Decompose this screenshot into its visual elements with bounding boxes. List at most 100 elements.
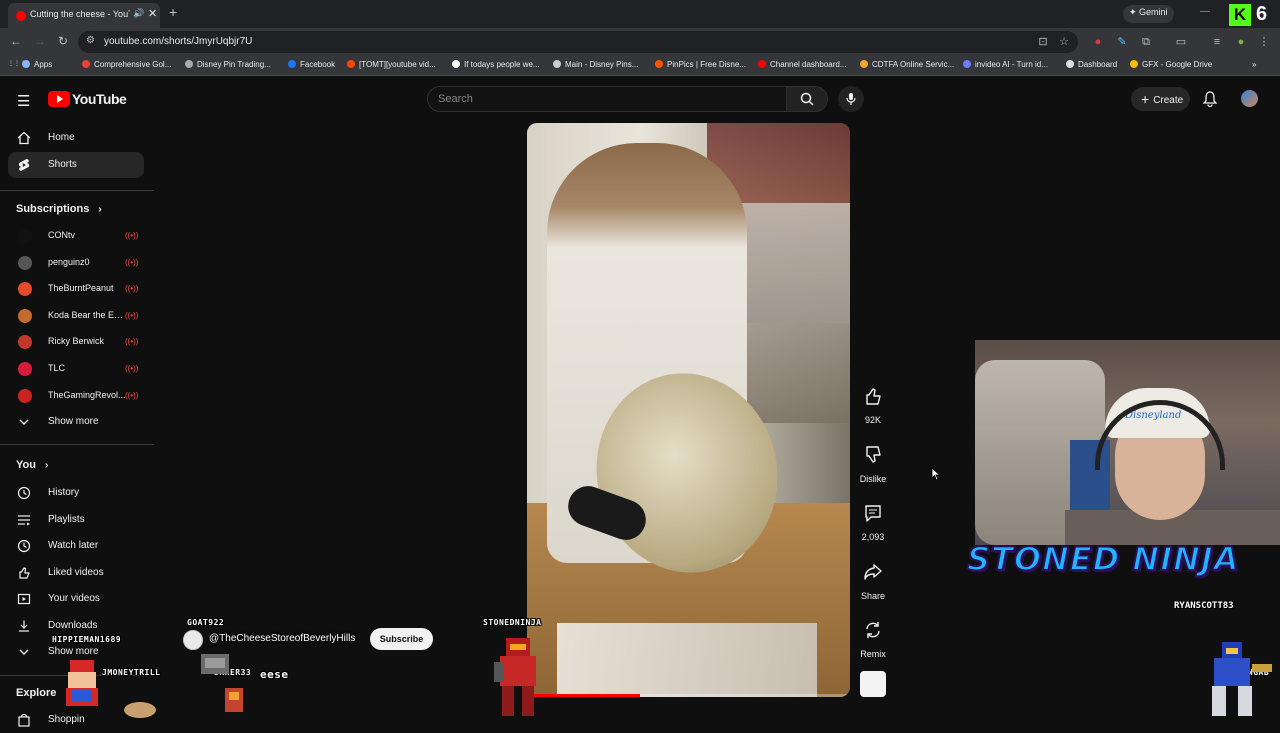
bookmark-star-icon[interactable]: ☆ [1058,36,1070,48]
browser-tab-bar: Cutting the cheese - YouTube 🔊 ✕ + ✦ Gem… [0,0,1280,28]
watch-later-icon [17,540,31,553]
subscription-item[interactable]: penguinz0 ((•)) [8,252,144,274]
like-button[interactable]: 92K [857,380,889,425]
bookmark-item[interactable]: Disney Pin Trading... [185,60,271,69]
sidebar-item-home[interactable]: Home [8,125,144,151]
profile-icon[interactable]: ● [1235,36,1247,48]
subscription-item[interactable]: TheBurntPeanut ((•)) [8,278,144,300]
youtube-logo[interactable]: YouTube [48,91,127,108]
bookmark-item[interactable]: invideo AI - Turn id... [963,60,1048,69]
channel-avatar-icon [18,229,32,243]
hamburger-menu-icon[interactable]: ☰ [17,92,30,110]
chat-username: GOAT922 [187,618,225,627]
install-icon[interactable]: ⊡ [1037,36,1049,48]
sidebar-item-watch-later[interactable]: Watch later [8,533,144,559]
search-button[interactable] [786,86,828,112]
sidepanel-icon[interactable]: ▭ [1175,36,1187,48]
video-progress-bar[interactable] [527,694,850,697]
subscription-item[interactable]: TheGamingRevol... ((•)) [8,385,144,407]
subscription-item[interactable]: Ricky Berwick ((•)) [8,331,144,353]
microphone-icon [846,93,856,105]
new-tab-button[interactable]: + [169,4,177,20]
bookmark-item[interactable]: Facebook [288,60,335,69]
bookmark-favicon-icon [22,60,30,68]
sidebar-item-your-videos[interactable]: Your videos [8,586,144,612]
you-heading[interactable]: You › [16,459,48,471]
channel-avatar-icon [18,255,32,270]
notifications-bell-icon[interactable] [1203,91,1217,107]
subscription-item[interactable]: TLC ((•)) [8,358,144,380]
remix-button[interactable]: Remix [857,614,889,659]
subscription-item[interactable]: Koda Bear the Ex... ((•)) [8,305,144,327]
subscriptions-title: Subscriptions [16,203,90,215]
subscribe-button[interactable]: Subscribe [370,628,433,650]
bookmark-item[interactable]: Main - Disney Pins... [553,60,638,69]
omnibox[interactable]: ⚙ youtube.com/shorts/JmyrUqbjr7U [78,31,1078,53]
create-button[interactable]: + Create [1131,87,1190,111]
liked-icon [19,567,30,579]
sidebar-item-shorts[interactable]: Shorts [8,152,144,178]
bookmark-label: Dashboard [1078,60,1118,69]
extensions-icon[interactable]: ⧉ [1140,36,1152,48]
reload-icon[interactable]: ↻ [58,34,68,48]
mario-sprite-icon [66,660,156,718]
search-input[interactable] [438,91,768,107]
live-indicator-icon: ((•)) [125,284,139,294]
media-icon[interactable]: ≡ [1211,36,1223,48]
bookmark-label: invideo AI - Turn id... [975,60,1048,69]
extension-blue-icon[interactable]: ✎ [1116,36,1128,48]
bookmark-item[interactable]: GFX - Google Drive [1130,60,1212,69]
forward-icon[interactable]: → [34,34,46,48]
show-more-subscriptions-button[interactable]: Show more [8,409,144,435]
bookmark-label: If todays people we... [464,60,540,69]
shopping-icon [18,713,30,727]
extension-red-icon[interactable]: ● [1092,36,1104,48]
sidebar-item-liked[interactable]: Liked videos [8,560,144,586]
dislike-button[interactable]: Dislike [857,439,889,484]
speaker-icon[interactable]: 🔊 [133,8,144,19]
youtube-wordmark: YouTube [72,91,127,107]
subscriptions-heading[interactable]: Subscriptions › [16,203,102,215]
close-tab-icon[interactable]: ✕ [148,7,157,20]
account-avatar[interactable] [1241,90,1258,107]
subscription-item[interactable]: CONtv ((•)) [8,225,144,247]
bookmark-item[interactable]: CDTFA Online Servic... [860,60,954,69]
subscription-label: TheBurntPeanut [48,283,114,294]
tab-title: Cutting the cheese - YouTube [30,9,130,19]
bookmark-label: GFX - Google Drive [1142,60,1213,69]
site-info-icon[interactable]: ⚙ [86,35,95,46]
channel-avatar[interactable] [183,630,203,650]
bookmark-item[interactable]: Apps [22,60,52,69]
chat-username: STONEDNINJA [483,618,542,627]
bookmark-item[interactable]: [TOMT][youtube vid... [347,60,436,69]
audio-source-thumbnail[interactable] [860,671,886,697]
bookmark-item[interactable]: PinPics | Free Disne... [655,60,746,69]
voice-search-button[interactable] [838,86,864,112]
bookmarks-overflow-icon[interactable]: » [1252,60,1256,69]
channel-handle[interactable]: @TheCheeseStoreofBeverlyHills [209,633,355,644]
shorts-video-player[interactable] [527,123,850,697]
bookmark-item[interactable]: Dashboard [1066,60,1117,69]
bookmark-label: PinPics | Free Disne... [667,60,746,69]
minimize-icon[interactable]: — [1200,6,1210,17]
bookmark-item[interactable]: Channel dashboard... [758,60,847,69]
master-chief-sprite-icon [494,638,536,716]
search-box[interactable] [427,86,787,112]
bookmark-label: Disney Pin Trading... [197,60,271,69]
menu-icon[interactable]: ⋮ [1258,36,1270,48]
bookmark-favicon-icon [347,60,355,68]
sidebar-item-playlists[interactable]: Playlists [8,507,144,533]
bookmark-item[interactable]: If todays people we... [452,60,540,69]
chevron-right-icon: › [45,460,49,471]
browser-tab[interactable]: Cutting the cheese - YouTube 🔊 ✕ [8,3,160,28]
back-icon[interactable]: ← [10,34,22,48]
comments-button[interactable]: 2,093 [857,497,889,542]
sidebar-item-history[interactable]: History [8,480,144,506]
bookmark-item[interactable]: Comprehensive Gol... [82,60,171,69]
bookmark-favicon-icon [758,60,766,68]
bookmark-label: [TOMT][youtube vid... [359,60,436,69]
explore-heading: Explore [16,687,57,699]
gemini-button[interactable]: ✦ Gemini [1123,5,1174,23]
bookmark-favicon-icon [655,60,663,68]
share-button[interactable]: Share [857,556,889,601]
